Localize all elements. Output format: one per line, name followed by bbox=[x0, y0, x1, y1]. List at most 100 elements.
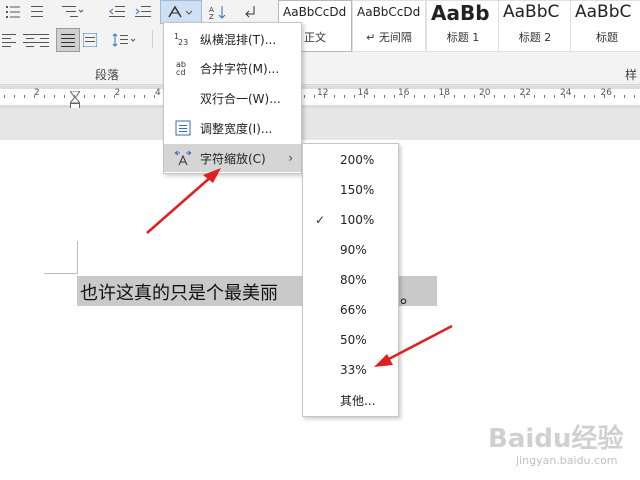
ruler-tick bbox=[154, 95, 155, 98]
ruler-tick bbox=[514, 95, 515, 98]
style-name: 标题 2 bbox=[518, 31, 552, 44]
style-sample: AaBbC bbox=[503, 2, 560, 22]
ruler-tick bbox=[634, 95, 635, 98]
show-marks-icon[interactable] bbox=[238, 2, 262, 22]
ruler-tick bbox=[304, 95, 305, 98]
distributed-icon[interactable] bbox=[80, 30, 100, 50]
ruler-tick bbox=[464, 95, 465, 98]
ruler-tick bbox=[424, 95, 425, 98]
ruler-tick bbox=[344, 95, 345, 98]
scale-option-label: 200% bbox=[340, 153, 375, 167]
scale-option-label: 100% bbox=[340, 213, 375, 227]
scale-option[interactable]: 66% bbox=[303, 295, 398, 325]
ruler-tick bbox=[374, 95, 375, 98]
combine-characters-icon: ab cd bbox=[170, 60, 196, 76]
ruler-tick bbox=[524, 95, 525, 98]
ruler-tick bbox=[94, 95, 95, 98]
scale-option-label: 其他... bbox=[340, 393, 376, 408]
character-scaling-icon bbox=[170, 150, 196, 166]
style-sample: AaBbC bbox=[575, 2, 632, 22]
style-heading-1[interactable]: AaBb 标题 1 bbox=[426, 0, 500, 52]
menu-item-label: 纵横混排(T)... bbox=[200, 32, 277, 47]
vertical-horizontal-icon: 1 23 bbox=[170, 31, 196, 47]
scale-option[interactable]: 33% bbox=[303, 355, 398, 385]
ruler-tick bbox=[494, 95, 495, 98]
ruler-tick bbox=[604, 95, 605, 98]
sort-icon[interactable]: AZ bbox=[206, 2, 230, 22]
menu-item-two-lines-in-one[interactable]: 双行合一(W)... bbox=[164, 84, 301, 112]
checkmark-icon: ✓ bbox=[314, 213, 326, 227]
justify-icon[interactable] bbox=[56, 28, 80, 52]
character-scaling-submenu: 200% 150% ✓ 100% 90% 80% 66% 50% 33% 其他..… bbox=[302, 143, 399, 417]
style-heading-2[interactable]: AaBbC 标题 2 bbox=[498, 0, 572, 52]
ruler-tick bbox=[504, 95, 505, 98]
scale-option[interactable]: ✓ 100% bbox=[303, 205, 398, 235]
scale-option[interactable]: 50% bbox=[303, 325, 398, 355]
ruler-tick bbox=[484, 95, 485, 98]
ruler-tick bbox=[544, 95, 545, 98]
align-right-icon[interactable] bbox=[32, 30, 52, 50]
style-title[interactable]: AaBbC 标题 bbox=[570, 0, 640, 52]
style-no-spacing[interactable]: AaBbCcDd ↵ 无间隔 bbox=[352, 0, 426, 52]
ruler-tick bbox=[354, 95, 355, 98]
ruler-tick bbox=[534, 95, 535, 98]
ruler-tick bbox=[444, 95, 445, 98]
menu-item-combine-characters[interactable]: ab cd 合并字符(M)... bbox=[164, 54, 301, 82]
menu-item-character-scaling[interactable]: 字符缩放(C) › bbox=[164, 144, 301, 172]
ruler-tick bbox=[434, 95, 435, 98]
scale-option[interactable]: 90% bbox=[303, 235, 398, 265]
paragraph-group-label: 段落 bbox=[95, 68, 120, 82]
ruler-tick bbox=[104, 95, 105, 98]
line-spacing-icon[interactable] bbox=[110, 30, 140, 50]
scale-option[interactable]: 200% bbox=[303, 145, 398, 175]
horizontal-ruler[interactable]: 2246810121416182022242628 bbox=[0, 86, 640, 109]
ruler-tick bbox=[364, 95, 365, 98]
selected-text[interactable]: 也许这真的只是个最美丽 bbox=[80, 279, 278, 305]
watermark-logo: Baidu经验 bbox=[488, 424, 624, 454]
scale-option-more[interactable]: 其他... bbox=[303, 385, 398, 415]
ruler-tick bbox=[584, 95, 585, 98]
menu-item-adjust-width[interactable]: 调整宽度(I)... bbox=[164, 114, 301, 142]
decrease-indent-icon[interactable] bbox=[106, 2, 128, 22]
scale-option[interactable]: 150% bbox=[303, 175, 398, 205]
ruler-tick bbox=[144, 95, 145, 98]
numbering-icon[interactable] bbox=[2, 2, 26, 22]
scale-option-label: 80% bbox=[340, 273, 367, 287]
styles-gallery: AaBbCcDd 正文 AaBbCcDd ↵ 无间隔 AaBb 标题 1 AaB… bbox=[278, 0, 640, 52]
ruler-tick bbox=[34, 95, 35, 98]
scale-option[interactable]: 80% bbox=[303, 265, 398, 295]
ruler-tick bbox=[14, 95, 15, 98]
multilevel-list-icon[interactable] bbox=[60, 2, 86, 22]
ruler-tick bbox=[454, 95, 455, 98]
ruler-tick bbox=[414, 95, 415, 98]
increase-indent-icon[interactable] bbox=[132, 2, 154, 22]
ruler-tick bbox=[564, 95, 565, 98]
first-line-indent-marker[interactable] bbox=[69, 88, 81, 99]
style-name: ↵ 无间隔 bbox=[366, 31, 412, 44]
ruler-tick bbox=[624, 95, 625, 98]
ruler-number: 24 bbox=[560, 88, 572, 98]
style-sample: AaBbCcDd bbox=[357, 5, 421, 19]
chinese-layout-menu: 1 23 纵横混排(T)... ab cd 合并字符(M)... 双行合一(W)..… bbox=[163, 22, 302, 174]
ruler-tick bbox=[314, 95, 315, 98]
menu-item-label: 合并字符(M)... bbox=[200, 61, 280, 76]
ruler-number: 22 bbox=[519, 88, 531, 98]
ruler-tick bbox=[334, 95, 335, 98]
ruler-number: 2 bbox=[114, 88, 121, 98]
bullets-icon[interactable] bbox=[28, 2, 48, 22]
style-sample: AaBb bbox=[431, 1, 490, 25]
style-name: 标题 bbox=[596, 31, 618, 44]
ruler-tick bbox=[114, 95, 115, 98]
document-text-tail[interactable]: 。 bbox=[400, 283, 418, 309]
chinese-layout-button[interactable] bbox=[160, 0, 202, 24]
menu-item-label: 双行合一(W)... bbox=[200, 91, 281, 106]
svg-text:Z: Z bbox=[209, 13, 214, 20]
watermark-url: jingyan.baidu.com bbox=[516, 454, 618, 467]
ruler-tick bbox=[44, 95, 45, 98]
align-left-icon[interactable] bbox=[0, 30, 18, 50]
scale-option-label: 66% bbox=[340, 303, 367, 317]
ruler-number: 26 bbox=[600, 88, 612, 98]
menu-item-vertical-horizontal[interactable]: 1 23 纵横混排(T)... bbox=[164, 25, 301, 53]
style-name: 标题 1 bbox=[446, 31, 480, 44]
ruler-tick bbox=[474, 95, 475, 98]
